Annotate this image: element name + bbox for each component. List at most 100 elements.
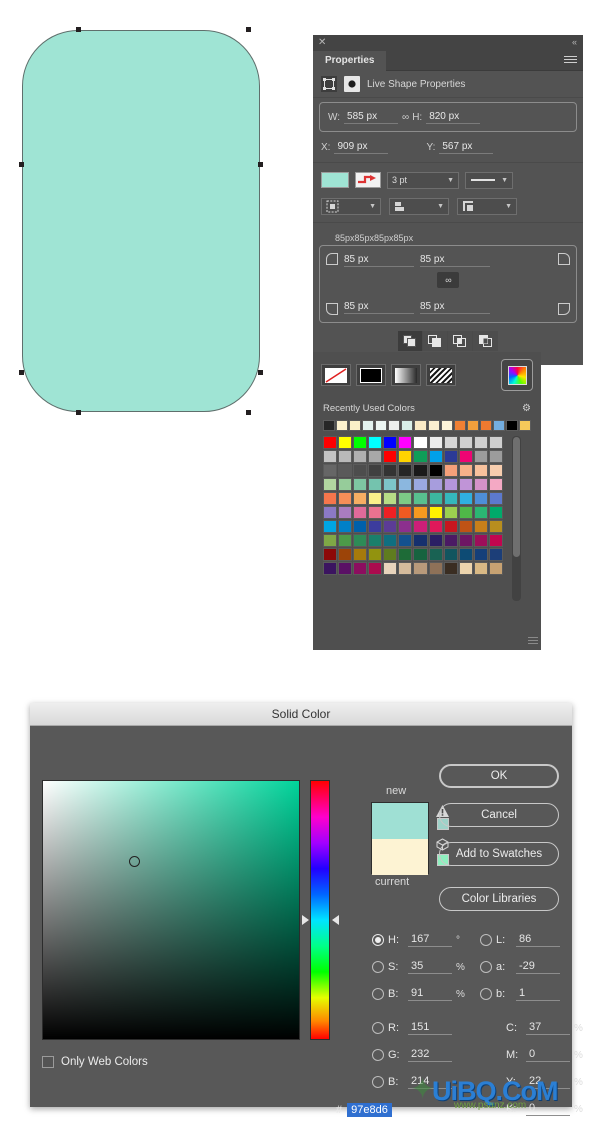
color-swatch[interactable]: [323, 562, 338, 575]
color-swatch[interactable]: [338, 548, 353, 561]
color-swatch[interactable]: [353, 478, 368, 491]
recent-color-swatch[interactable]: [336, 420, 349, 431]
anchor-point[interactable]: [246, 410, 251, 415]
color-picker-mode-button[interactable]: [501, 359, 533, 391]
color-field-cursor[interactable]: [129, 856, 140, 867]
color-swatch[interactable]: [488, 562, 503, 575]
corner-top-right-input[interactable]: 85 px: [420, 254, 490, 267]
color-swatch[interactable]: [398, 478, 413, 491]
channel-radio[interactable]: [372, 934, 384, 946]
corner-bottom-left-icon[interactable]: [326, 303, 338, 315]
color-swatch[interactable]: [488, 436, 503, 449]
hex-field-row[interactable]: # 97e8d6: [336, 1103, 392, 1117]
combine-shapes-op-button[interactable]: [423, 331, 448, 351]
color-swatch[interactable]: [473, 436, 488, 449]
color-swatch[interactable]: [488, 548, 503, 561]
stroke-caps-dropdown[interactable]: ▼: [389, 197, 449, 215]
color-swatch[interactable]: [428, 562, 443, 575]
hue-slider[interactable]: [310, 780, 330, 1040]
gradient-mode-button[interactable]: [391, 364, 421, 386]
color-swatch[interactable]: [473, 492, 488, 505]
anchor-point[interactable]: [76, 27, 81, 32]
color-swatch[interactable]: [353, 534, 368, 547]
tab-properties[interactable]: Properties: [313, 51, 387, 71]
stroke-width-dropdown[interactable]: 3 pt ▼: [387, 171, 459, 189]
channel-input[interactable]: 35: [408, 960, 452, 974]
recent-color-swatch[interactable]: [427, 420, 440, 431]
color-swatch[interactable]: [458, 450, 473, 463]
panel-resize-grip[interactable]: [528, 637, 538, 647]
recent-color-swatch[interactable]: [414, 420, 427, 431]
recent-color-swatch[interactable]: [518, 420, 531, 431]
color-swatch[interactable]: [323, 520, 338, 533]
recent-color-swatch[interactable]: [349, 420, 362, 431]
color-swatch[interactable]: [473, 520, 488, 533]
close-icon[interactable]: ✕: [318, 37, 326, 48]
channel-input[interactable]: 0: [526, 1102, 570, 1116]
color-swatch[interactable]: [398, 506, 413, 519]
color-swatch[interactable]: [383, 478, 398, 491]
color-swatch[interactable]: [488, 492, 503, 505]
color-swatch[interactable]: [383, 436, 398, 449]
color-swatch[interactable]: [413, 492, 428, 505]
stroke-corners-dropdown[interactable]: ▼: [457, 197, 517, 215]
color-channel-row-k[interactable]: K: 0%: [490, 1102, 586, 1116]
color-swatch[interactable]: [398, 464, 413, 477]
recent-color-swatch[interactable]: [401, 420, 414, 431]
color-channel-row-m[interactable]: M: 0%: [490, 1048, 586, 1062]
panel-menu-icon[interactable]: [564, 56, 577, 65]
corner-bottom-left-input[interactable]: 85 px: [344, 301, 414, 314]
color-swatch[interactable]: [323, 436, 338, 449]
color-swatch[interactable]: [458, 478, 473, 491]
shape-selection-group[interactable]: [19, 27, 263, 415]
channel-radio[interactable]: [372, 988, 384, 1000]
color-swatch[interactable]: [383, 506, 398, 519]
color-channel-row-b[interactable]: B: 214: [372, 1075, 468, 1089]
color-swatch[interactable]: [353, 520, 368, 533]
hue-marker-right[interactable]: [332, 915, 339, 925]
corner-bottom-right-input[interactable]: 85 px: [420, 301, 490, 314]
color-swatch[interactable]: [353, 506, 368, 519]
color-swatch[interactable]: [398, 562, 413, 575]
color-swatch[interactable]: [488, 464, 503, 477]
color-swatch[interactable]: [338, 562, 353, 575]
recent-colors-strip[interactable]: [323, 420, 531, 431]
color-swatch[interactable]: [398, 492, 413, 505]
stroke-align-dropdown[interactable]: ▼: [321, 197, 381, 215]
color-swatch[interactable]: [323, 492, 338, 505]
color-swatch[interactable]: [338, 436, 353, 449]
ok-button[interactable]: OK: [439, 764, 559, 788]
color-swatch[interactable]: [428, 492, 443, 505]
anchor-point[interactable]: [19, 370, 24, 375]
color-swatch[interactable]: [368, 520, 383, 533]
color-swatch[interactable]: [323, 478, 338, 491]
color-swatch[interactable]: [413, 464, 428, 477]
color-swatch[interactable]: [413, 548, 428, 561]
color-swatch[interactable]: [383, 562, 398, 575]
color-swatch[interactable]: [368, 492, 383, 505]
color-swatch[interactable]: [383, 450, 398, 463]
color-swatch[interactable]: [338, 450, 353, 463]
channel-input[interactable]: 37: [526, 1021, 570, 1035]
recent-color-swatch[interactable]: [505, 420, 518, 431]
color-swatch[interactable]: [473, 534, 488, 547]
color-swatch[interactable]: [368, 436, 383, 449]
color-swatch[interactable]: [473, 548, 488, 561]
color-swatch[interactable]: [458, 520, 473, 533]
color-channel-row-h[interactable]: H: 167 °: [372, 933, 468, 947]
color-swatch[interactable]: [443, 478, 458, 491]
color-swatch[interactable]: [428, 450, 443, 463]
add-to-swatches-button[interactable]: Add to Swatches: [439, 842, 559, 866]
color-swatch[interactable]: [413, 436, 428, 449]
channel-input[interactable]: 167: [408, 933, 452, 947]
new-color-swatch[interactable]: [372, 803, 428, 839]
color-channel-row-a[interactable]: a: -29: [480, 960, 576, 974]
color-swatch[interactable]: [488, 534, 503, 547]
color-swatch[interactable]: [398, 548, 413, 561]
color-swatch[interactable]: [488, 520, 503, 533]
color-swatch[interactable]: [443, 534, 458, 547]
cancel-button[interactable]: Cancel: [439, 803, 559, 827]
color-swatch[interactable]: [413, 520, 428, 533]
anchor-point[interactable]: [246, 27, 251, 32]
color-channel-row-b[interactable]: B: 91%: [372, 987, 468, 1001]
